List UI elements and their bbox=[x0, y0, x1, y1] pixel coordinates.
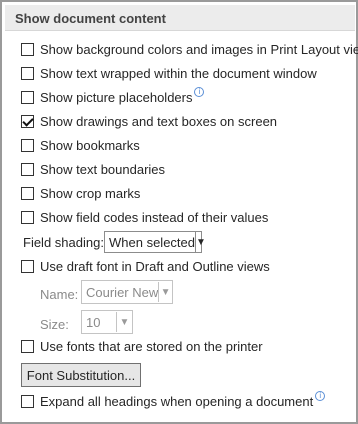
bookmarks-checkbox[interactable] bbox=[21, 138, 34, 152]
text-boundaries-checkbox[interactable] bbox=[21, 162, 34, 176]
section-title: Show document content bbox=[15, 11, 166, 26]
font-name-label: Name: bbox=[40, 287, 79, 302]
expand-headings-label: Expand all headings when opening a docum… bbox=[40, 393, 314, 409]
field-shading-value: When selected bbox=[109, 234, 195, 250]
option-text-boundaries[interactable]: Show text boundaries bbox=[21, 160, 165, 178]
expand-headings-checkbox[interactable] bbox=[21, 394, 34, 408]
option-crop-marks[interactable]: Show crop marks bbox=[21, 184, 140, 202]
printer-fonts-label: Use fonts that are stored on the printer bbox=[40, 338, 263, 354]
draft-font-checkbox[interactable] bbox=[21, 259, 34, 273]
field-shading-label: Field shading: bbox=[23, 235, 104, 250]
options-panel: Show document content Show background co… bbox=[0, 0, 358, 424]
option-printer-fonts[interactable]: Use fonts that are stored on the printer bbox=[21, 337, 263, 355]
info-icon[interactable]: i bbox=[194, 87, 205, 97]
field-codes-checkbox[interactable] bbox=[21, 210, 34, 224]
crop-marks-checkbox[interactable] bbox=[21, 186, 34, 200]
chevron-down-icon[interactable]: ▼ bbox=[116, 312, 132, 332]
info-icon[interactable]: i bbox=[315, 391, 326, 401]
chevron-down-icon[interactable]: ▼ bbox=[158, 282, 172, 302]
drawings-text-boxes-checkbox[interactable] bbox=[21, 114, 34, 128]
option-drawings-text-boxes[interactable]: Show drawings and text boxes on screen bbox=[21, 112, 277, 130]
drawings-text-boxes-label: Show drawings and text boxes on screen bbox=[40, 113, 278, 129]
font-substitution-button[interactable]: Font Substitution... bbox=[21, 363, 141, 387]
font-size-value: 10 bbox=[86, 314, 101, 330]
draft-font-label: Use draft font in Draft and Outline view… bbox=[40, 258, 270, 274]
picture-placeholders-label: Show picture placeholders bbox=[40, 89, 193, 105]
bookmarks-label: Show bookmarks bbox=[40, 137, 140, 153]
font-name-select[interactable]: Courier New ▼ bbox=[81, 280, 173, 304]
font-name-value: Courier New bbox=[86, 284, 159, 300]
option-text-wrapped[interactable]: Show text wrapped within the document wi… bbox=[21, 64, 317, 82]
field-codes-label: Show field codes instead of their values bbox=[40, 209, 269, 225]
option-background-colors[interactable]: Show background colors and images in Pri… bbox=[21, 40, 358, 58]
background-colors-label: Show background colors and images in Pri… bbox=[40, 41, 358, 57]
text-wrapped-checkbox[interactable] bbox=[21, 66, 34, 80]
option-draft-font[interactable]: Use draft font in Draft and Outline view… bbox=[21, 257, 270, 275]
option-picture-placeholders[interactable]: Show picture placeholders i bbox=[21, 87, 205, 106]
font-substitution-label: Font Substitution... bbox=[26, 367, 136, 383]
option-expand-headings[interactable]: Expand all headings when opening a docum… bbox=[21, 391, 326, 410]
font-size-select[interactable]: 10 ▼ bbox=[81, 310, 133, 334]
section-header: Show document content bbox=[5, 5, 355, 31]
chevron-down-icon[interactable]: ▼ bbox=[195, 232, 206, 252]
text-wrapped-label: Show text wrapped within the document wi… bbox=[40, 65, 317, 81]
picture-placeholders-checkbox[interactable] bbox=[21, 90, 34, 104]
background-colors-checkbox[interactable] bbox=[21, 42, 34, 56]
field-shading-select[interactable]: When selected ▼ bbox=[104, 231, 206, 253]
option-bookmarks[interactable]: Show bookmarks bbox=[21, 136, 140, 154]
option-field-codes[interactable]: Show field codes instead of their values bbox=[21, 208, 268, 226]
printer-fonts-checkbox[interactable] bbox=[21, 339, 34, 353]
text-boundaries-label: Show text boundaries bbox=[40, 161, 166, 177]
crop-marks-label: Show crop marks bbox=[40, 185, 141, 201]
font-size-label: Size: bbox=[40, 317, 69, 332]
